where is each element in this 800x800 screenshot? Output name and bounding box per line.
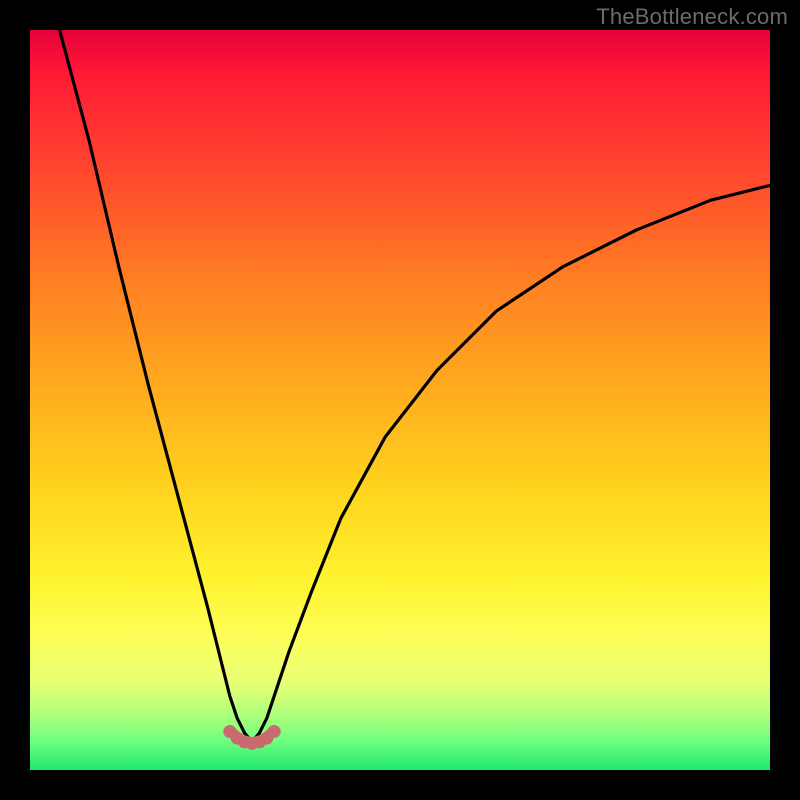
series-left-curve bbox=[60, 30, 252, 742]
series-right-curve bbox=[252, 185, 770, 741]
chart-frame: TheBottleneck.com bbox=[0, 0, 800, 800]
plot-area bbox=[30, 30, 770, 770]
highlight-point bbox=[268, 725, 281, 738]
curve-layer bbox=[30, 30, 770, 770]
watermark-text: TheBottleneck.com bbox=[596, 4, 788, 30]
